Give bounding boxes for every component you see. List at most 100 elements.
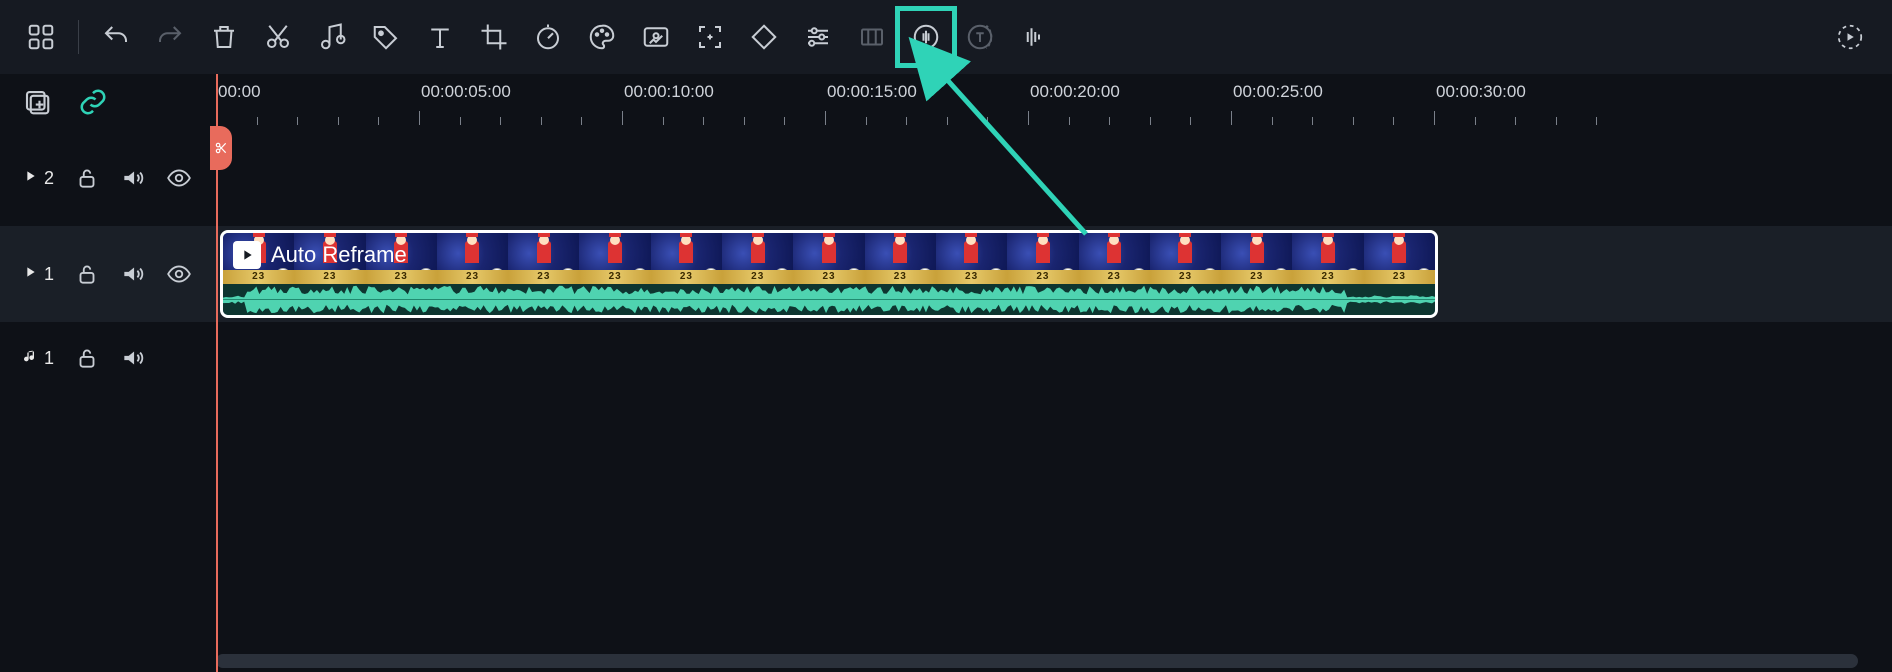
ruler-tick (744, 117, 745, 125)
clip-thumbnail: 23 (1364, 233, 1435, 284)
text-to-speech-icon[interactable] (953, 10, 1007, 64)
ruler-tick (1556, 117, 1557, 125)
clip-label: Auto Reframe (233, 241, 407, 269)
ruler-tick (378, 117, 379, 125)
timeline-ruler[interactable]: 00:0000:00:05:0000:00:10:0000:00:15:0000… (216, 74, 1892, 129)
ruler-tick (947, 117, 948, 125)
play-icon (22, 168, 38, 189)
ruler-tick (784, 117, 785, 125)
ruler-tick (1353, 117, 1354, 125)
ruler-tick (987, 117, 988, 125)
ruler-tick (1596, 117, 1597, 125)
ruler-tick (460, 117, 461, 125)
ruler-tick (1475, 117, 1476, 125)
ruler-tick (866, 117, 867, 125)
tracks-area: 21Auto Reframe23232323232323232323232323… (0, 130, 1892, 672)
clip-play-icon (233, 241, 261, 269)
ruler-row: 00:0000:00:05:0000:00:10:0000:00:15:0000… (0, 74, 1892, 130)
track-type-label: 1 (22, 348, 54, 369)
ruler-tick (419, 111, 420, 125)
visibility-toggle-icon[interactable] (166, 261, 192, 287)
ruler-tick (1150, 117, 1151, 125)
apps-icon[interactable] (14, 10, 68, 64)
ruler-tick (1393, 117, 1394, 125)
video-track-2: 2 (0, 130, 1892, 226)
ruler-tick (1231, 111, 1232, 125)
lock-toggle-icon[interactable] (74, 261, 100, 287)
clip-thumbnail: 23 (793, 233, 864, 284)
clip-thumbnail: 23 (936, 233, 1007, 284)
ruler-time-label: 00:00 (218, 82, 261, 102)
ruler-time-label: 00:00:20:00 (1030, 82, 1120, 102)
ruler-time-label: 00:00:10:00 (624, 82, 714, 102)
lock-toggle-icon[interactable] (74, 165, 100, 191)
ruler-tick (500, 117, 501, 125)
video-clip[interactable]: Auto Reframe2323232323232323232323232323… (220, 230, 1438, 318)
picture-in-picture-icon[interactable] (629, 10, 683, 64)
track-type-label: 1 (22, 264, 54, 285)
focus-icon[interactable] (683, 10, 737, 64)
keyframe-icon[interactable] (737, 10, 791, 64)
cut-icon[interactable] (251, 10, 305, 64)
volume-toggle-icon[interactable] (120, 165, 146, 191)
add-media-icon[interactable] (22, 87, 52, 117)
clip-thumbnail: 23 (651, 233, 722, 284)
crop-icon[interactable] (467, 10, 521, 64)
audio-track-1: 1 (0, 322, 1892, 394)
clip-thumbnail: 23 (508, 233, 579, 284)
clip-thumbnail: 23 (865, 233, 936, 284)
ruler-time-label: 00:00:30:00 (1436, 82, 1526, 102)
track-index: 2 (44, 168, 54, 189)
ruler-tick (581, 117, 582, 125)
ruler-head (0, 74, 216, 129)
ruler-tick (825, 111, 826, 125)
ruler-time-label: 00:00:25:00 (1233, 82, 1323, 102)
horizontal-scrollbar[interactable] (216, 654, 1858, 668)
volume-toggle-icon[interactable] (120, 261, 146, 287)
lock-toggle-icon[interactable] (74, 345, 100, 371)
redo-icon[interactable] (143, 10, 197, 64)
ruler-tick (1434, 111, 1435, 125)
track-body[interactable] (216, 322, 1892, 394)
ruler-tick (663, 117, 664, 125)
audio-visualizer-icon[interactable] (1007, 10, 1061, 64)
track-head: 1 (0, 322, 216, 394)
clip-title: Auto Reframe (271, 242, 407, 268)
track-body[interactable]: Auto Reframe2323232323232323232323232323… (216, 226, 1892, 322)
aspect-ratio-icon[interactable] (845, 10, 899, 64)
track-head: 2 (0, 130, 216, 226)
adjust-icon[interactable] (791, 10, 845, 64)
ruler-tick (1312, 117, 1313, 125)
scrollbar-thumb[interactable] (216, 654, 1858, 668)
clip-thumbnail: 23 (437, 233, 508, 284)
music-note-icon[interactable] (305, 10, 359, 64)
playhead-handle[interactable] (210, 126, 232, 170)
ruler-time-label: 00:00:15:00 (827, 82, 917, 102)
clip-thumbnail: 23 (1079, 233, 1150, 284)
ruler-tick (257, 117, 258, 125)
link-toggle-icon[interactable] (78, 87, 108, 117)
ruler-tick (906, 117, 907, 125)
ruler-tick (1028, 111, 1029, 125)
delete-icon[interactable] (197, 10, 251, 64)
ruler-tick (1272, 117, 1273, 125)
render-icon[interactable] (1832, 19, 1868, 55)
music-note-icon (22, 348, 38, 369)
video-track-1: 1Auto Reframe232323232323232323232323232… (0, 226, 1892, 322)
clip-thumbnail: 23 (579, 233, 650, 284)
audio-denoise-icon[interactable] (899, 10, 953, 64)
undo-icon[interactable] (89, 10, 143, 64)
track-body[interactable] (216, 130, 1892, 226)
color-palette-icon[interactable] (575, 10, 629, 64)
ruler-tick (338, 117, 339, 125)
visibility-toggle-icon[interactable] (166, 165, 192, 191)
speed-icon[interactable] (521, 10, 575, 64)
text-icon[interactable] (413, 10, 467, 64)
volume-toggle-icon[interactable] (120, 345, 146, 371)
play-icon (22, 264, 38, 285)
tag-icon[interactable] (359, 10, 413, 64)
clip-thumbnail: 23 (1292, 233, 1363, 284)
track-index: 1 (44, 264, 54, 285)
toolbar-separator (78, 20, 79, 54)
track-index: 1 (44, 348, 54, 369)
